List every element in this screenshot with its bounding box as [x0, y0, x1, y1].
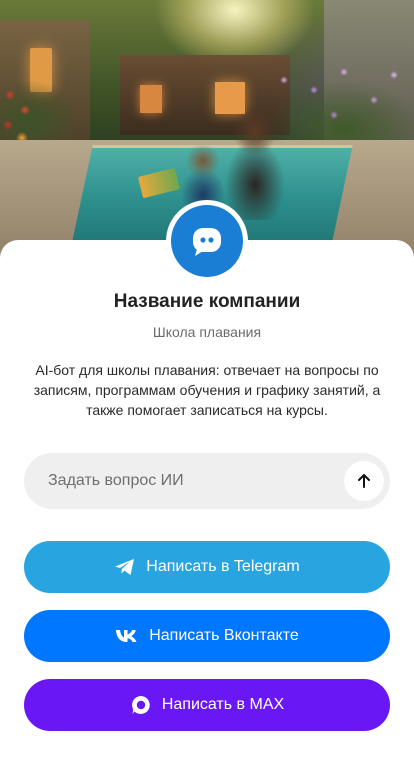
ask-ai-bar: [24, 453, 390, 509]
company-description: AI-бот для школы плавания: отвечает на в…: [33, 362, 381, 418]
vk-button-label: Написать Вконтакте: [149, 627, 299, 644]
telegram-button[interactable]: Написать в Telegram: [24, 541, 390, 593]
ask-ai-input[interactable]: [48, 472, 344, 490]
max-icon: [130, 694, 152, 716]
telegram-button-label: Написать в Telegram: [146, 558, 300, 575]
avatar: [166, 200, 248, 282]
max-button-label: Написать в MAX: [161, 696, 285, 713]
max-button[interactable]: Написать в MAX: [24, 679, 390, 731]
company-subtitle: Школа плавания: [152, 324, 262, 340]
send-button[interactable]: [344, 461, 384, 501]
vk-button[interactable]: Написать Вконтакте: [24, 610, 390, 662]
vk-icon: [115, 628, 139, 644]
chat-bubble-icon: [171, 205, 243, 277]
arrow-up-icon: [358, 474, 370, 488]
company-name: Название компании: [113, 291, 301, 312]
telegram-icon: [114, 557, 136, 577]
